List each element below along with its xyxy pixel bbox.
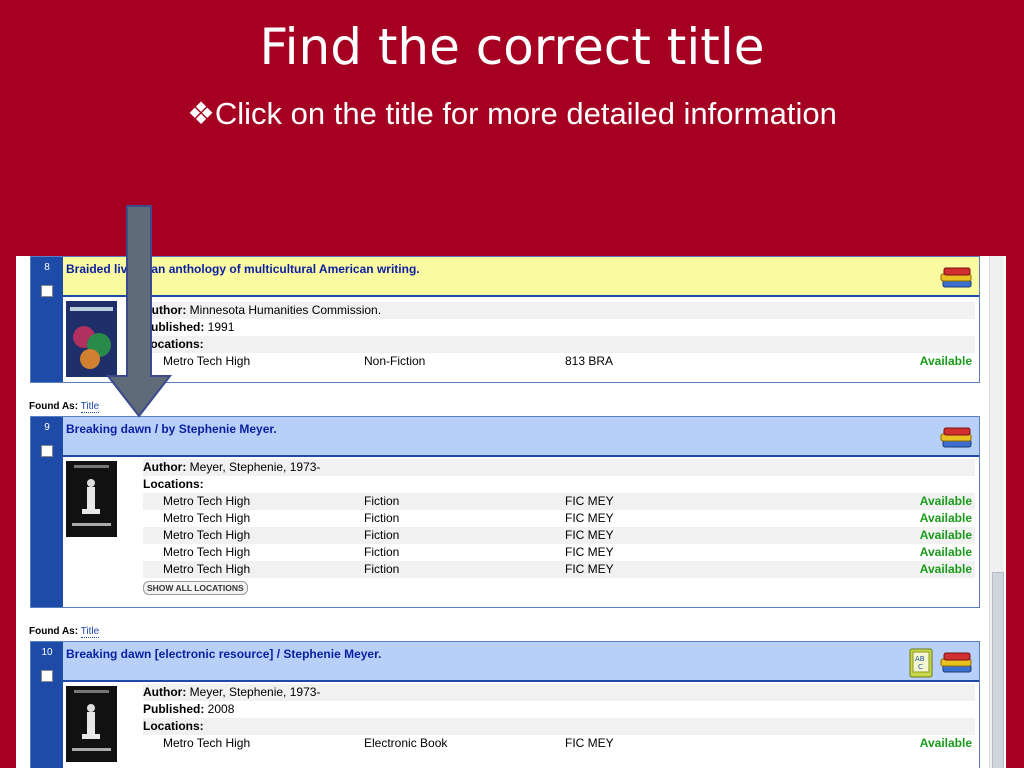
location-row: Metro Tech High Fiction FIC MEY Available bbox=[163, 511, 972, 525]
author-line: Author: Minnesota Humanities Commission. bbox=[143, 302, 975, 319]
result-body: Author: Meyer, Stephenie, 1973- Publishe… bbox=[63, 682, 979, 768]
result-header: Braided lives : an anthology of multicul… bbox=[63, 257, 979, 297]
location-row: Metro Tech High Electronic Book FIC MEY Ava… bbox=[163, 736, 972, 750]
svg-text:AB: AB bbox=[915, 655, 925, 663]
select-checkbox[interactable] bbox=[41, 285, 53, 297]
vertical-scrollbar[interactable] bbox=[989, 256, 1004, 768]
result-header: Breaking dawn [electronic resource] / St… bbox=[63, 642, 979, 682]
search-result-10: 10 Breaking dawn [electronic resource] /… bbox=[30, 641, 980, 768]
result-number: 10 bbox=[41, 647, 53, 658]
result-number-column: 8 bbox=[31, 257, 63, 382]
select-checkbox[interactable] bbox=[41, 445, 53, 457]
slide-title: Find the correct title bbox=[259, 18, 765, 76]
ebook-icon[interactable]: AB C bbox=[909, 648, 933, 678]
status-available: Available bbox=[919, 494, 972, 508]
result-body: Author: Minnesota Humanities Commission.… bbox=[63, 297, 979, 382]
locations-label: Locations: bbox=[143, 336, 975, 353]
result-number: 9 bbox=[44, 422, 50, 433]
found-as-9: Found As: Title bbox=[29, 401, 100, 413]
svg-text:C: C bbox=[918, 663, 923, 671]
status-available: Available bbox=[919, 354, 972, 368]
book-stack-icon[interactable] bbox=[939, 265, 975, 291]
location-row: Metro Tech High Fiction FIC MEY Available bbox=[163, 545, 972, 559]
status-available: Available bbox=[919, 511, 972, 525]
search-result-8: 8 Braided lives : an anthology of multic… bbox=[30, 256, 980, 383]
location-row: Metro Tech High Fiction FIC MEY Available bbox=[143, 493, 975, 510]
location-row: Metro Tech High Fiction FIC MEY Available bbox=[143, 561, 975, 578]
location-row: Metro Tech High Fiction FIC MEY Available bbox=[143, 527, 975, 544]
status-available: Available bbox=[919, 545, 972, 559]
show-all-locations-button[interactable]: SHOW ALL LOCATIONS bbox=[143, 581, 248, 595]
result-header: Breaking dawn / by Stephenie Meyer. bbox=[63, 417, 979, 457]
status-available: Available bbox=[919, 528, 972, 542]
select-checkbox[interactable] bbox=[41, 670, 53, 682]
published-line: Published: 2008 bbox=[143, 702, 235, 716]
status-available: Available bbox=[919, 736, 972, 750]
book-stack-icon[interactable] bbox=[939, 425, 975, 451]
result-body: Author: Meyer, Stephenie, 1973- Location… bbox=[63, 457, 979, 607]
author-line: Author: Meyer, Stephenie, 1973- bbox=[143, 459, 975, 476]
result-number-column: 10 bbox=[31, 642, 63, 768]
book-stack-icon[interactable] bbox=[939, 650, 975, 676]
published-line: Published: 1991 bbox=[143, 320, 235, 334]
location-row: Metro Tech High Non-Fiction 813 BRA Avai… bbox=[163, 354, 972, 368]
result-number: 8 bbox=[44, 262, 50, 273]
locations-label: Locations: bbox=[143, 718, 975, 735]
found-as-10: Found As: Title bbox=[29, 626, 100, 638]
book-cover-image[interactable] bbox=[66, 461, 117, 537]
result-number-column: 9 bbox=[31, 417, 63, 607]
slide-bullet: ❖Click on the title for more detailed in… bbox=[187, 96, 837, 131]
book-cover-image[interactable] bbox=[66, 686, 117, 762]
down-arrow-icon bbox=[106, 205, 172, 418]
status-available: Available bbox=[919, 562, 972, 576]
scrollbar-thumb[interactable] bbox=[992, 572, 1004, 768]
locations-label: Locations: bbox=[143, 477, 204, 491]
author-line: Author: Meyer, Stephenie, 1973- bbox=[143, 684, 975, 701]
result-title-link[interactable]: Breaking dawn / by Stephenie Meyer. bbox=[66, 422, 277, 436]
search-result-9: 9 Breaking dawn / by Stephenie Meyer. Au… bbox=[30, 416, 980, 608]
result-title-link[interactable]: Breaking dawn [electronic resource] / St… bbox=[66, 647, 381, 661]
